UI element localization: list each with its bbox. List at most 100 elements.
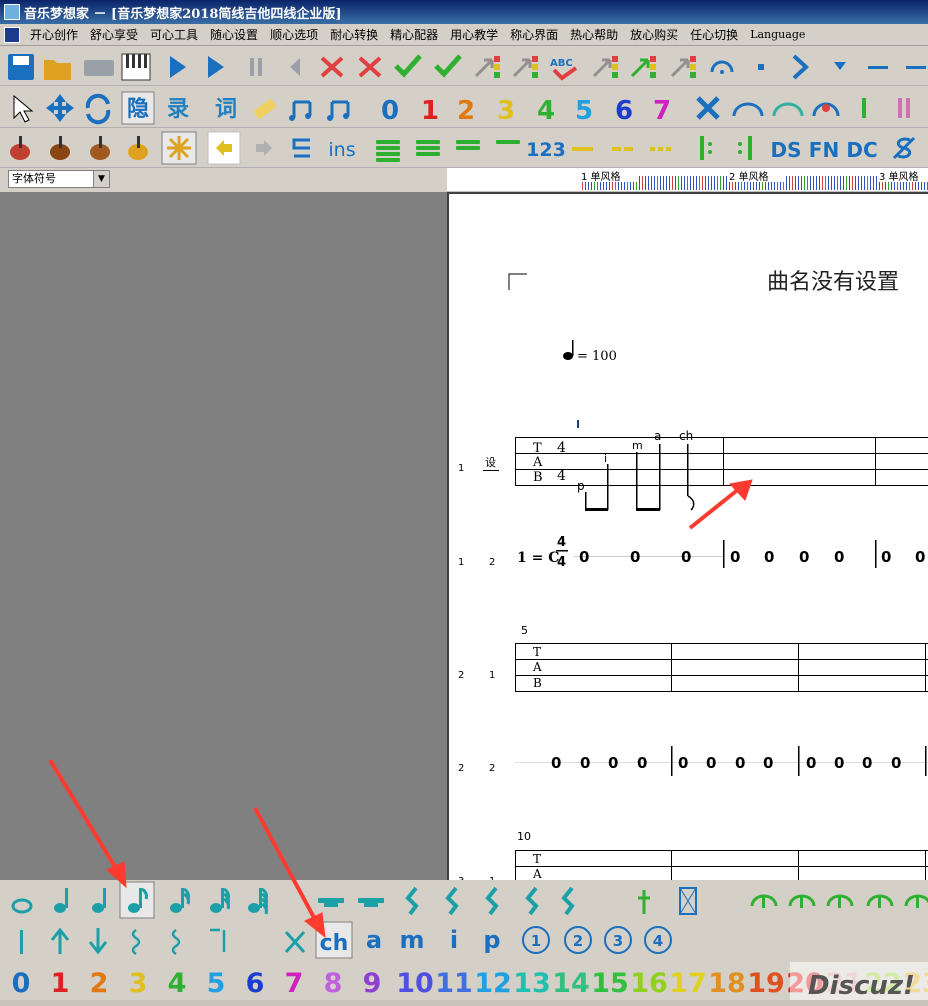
32nd-rest-icon[interactable]	[525, 886, 539, 916]
light-arrow-icon[interactable]	[474, 56, 500, 78]
dash-2-icon[interactable]	[612, 147, 633, 151]
eighth-rest-icon[interactable]	[445, 886, 459, 916]
digit-button-1[interactable]: 1	[421, 96, 439, 126]
font-select[interactable]: 字体符号 ▼	[8, 170, 110, 188]
fermata-p-icon[interactable]	[826, 894, 854, 908]
check-icon[interactable]	[394, 54, 422, 78]
menu-item-10[interactable]: 放心购买	[624, 26, 684, 43]
fret-button-12[interactable]: 12	[474, 968, 512, 999]
fn-button[interactable]: FN	[809, 138, 839, 162]
menu-item-6[interactable]: 精心配器	[384, 26, 444, 43]
drum-icon[interactable]	[10, 136, 30, 160]
fret-button-14[interactable]: 14	[552, 968, 590, 999]
save-icon[interactable]	[8, 54, 34, 80]
digit-button-4[interactable]: 4	[537, 96, 555, 126]
eraser-icon[interactable]	[253, 98, 277, 120]
whole-note-icon[interactable]	[11, 898, 33, 914]
thin-bar-icon[interactable]	[20, 930, 23, 954]
fret-button-7[interactable]: 7	[285, 968, 304, 999]
forward-arrow-icon[interactable]	[256, 140, 272, 156]
dash-1-icon[interactable]	[572, 147, 593, 151]
dash-3-icon[interactable]	[650, 147, 671, 151]
dash-icon[interactable]	[868, 66, 888, 69]
dropdown-arrow-icon[interactable]: ▼	[93, 171, 109, 187]
string-circle-4[interactable]: 4	[644, 926, 672, 954]
staff-lines-2-icon[interactable]	[456, 140, 480, 150]
hide-button[interactable]: 隐	[121, 91, 155, 125]
fret-button-2[interactable]: 2	[90, 968, 109, 999]
x-mark-icon[interactable]	[284, 930, 306, 954]
play-icon[interactable]	[170, 56, 186, 78]
fret-button-10[interactable]: 10	[396, 968, 434, 999]
finger-p-button[interactable]: p	[483, 926, 500, 954]
quarter-note-icon[interactable]	[92, 888, 106, 913]
fermata-icon[interactable]	[710, 60, 734, 74]
piano-icon[interactable]	[121, 53, 151, 81]
dc-button[interactable]: DC	[846, 138, 877, 162]
tie-icon[interactable]	[732, 102, 764, 117]
segno-icon[interactable]	[892, 136, 916, 160]
string-circle-3[interactable]: 3	[604, 926, 632, 954]
star-button[interactable]	[161, 131, 197, 165]
fret-button-11[interactable]: 11	[435, 968, 473, 999]
string-circle-1[interactable]: 1	[522, 926, 550, 954]
rewind-icon[interactable]	[290, 58, 300, 76]
staff-lines-1-icon[interactable]	[496, 140, 520, 144]
repeat-end-icon[interactable]	[738, 136, 752, 160]
pointer-icon[interactable]	[13, 94, 34, 123]
fret-button-15[interactable]: 15	[591, 968, 629, 999]
finger-m-button[interactable]: m	[399, 926, 424, 954]
digit-button-5[interactable]: 5	[575, 96, 593, 126]
light-check-icon-2[interactable]	[630, 56, 656, 78]
fret-button-4[interactable]: 4	[168, 968, 187, 999]
staff-lines-4-icon[interactable]	[376, 140, 400, 162]
menu-item-3[interactable]: 随心设置	[204, 26, 264, 43]
rotate-icon[interactable]	[85, 93, 111, 125]
arrow-red-icon[interactable]	[512, 56, 538, 78]
finger-i-button[interactable]: i	[450, 926, 458, 954]
digit-button-7[interactable]: 7	[653, 96, 671, 126]
64th-rest-icon[interactable]	[561, 886, 575, 916]
sixteenth-rest-icon[interactable]	[485, 886, 499, 916]
finger-a-button[interactable]: a	[366, 926, 382, 954]
fret-button-17[interactable]: 17	[669, 968, 707, 999]
menu-item-1[interactable]: 舒心享受	[84, 26, 144, 43]
menu-item-12[interactable]: Language	[744, 28, 811, 41]
light-check-icon[interactable]	[434, 54, 462, 78]
numbered-button[interactable]: 123	[526, 139, 566, 161]
fermata-up-icon[interactable]	[788, 894, 816, 908]
arpeggio-up-icon[interactable]	[131, 928, 141, 956]
menu-item-11[interactable]: 任心切换	[684, 26, 744, 43]
fret-button-3[interactable]: 3	[129, 968, 148, 999]
fret-button-6[interactable]: 6	[246, 968, 265, 999]
slur-icon[interactable]	[750, 894, 778, 908]
menu-item-9[interactable]: 热心帮助	[564, 26, 624, 43]
document-icon[interactable]	[4, 26, 20, 43]
menu-item-4[interactable]: 顺心选项	[264, 26, 324, 43]
quarter-rest-icon[interactable]	[405, 886, 419, 916]
lyrics-button[interactable]: 词	[215, 97, 237, 122]
64th-note-icon[interactable]	[248, 887, 268, 915]
menu-item-2[interactable]: 可心工具	[144, 26, 204, 43]
style-ruler[interactable]: 1 单风格 2 单风格 3 单风格	[447, 168, 928, 192]
beam-sixteenth-icon[interactable]	[327, 100, 350, 121]
half-note-icon[interactable]	[54, 888, 68, 913]
rest-bar-2-icon[interactable]	[358, 898, 384, 907]
slur-icon[interactable]	[772, 102, 804, 117]
box-icon[interactable]	[679, 887, 697, 915]
violin-icon[interactable]	[50, 136, 70, 160]
move-icon[interactable]	[46, 94, 74, 122]
arrow-up-icon[interactable]	[50, 927, 70, 954]
triangle-down-icon[interactable]	[834, 62, 846, 70]
open-folder-icon[interactable]	[44, 60, 71, 80]
arrow-red-icon-2[interactable]	[592, 56, 618, 78]
32nd-note-icon[interactable]	[210, 887, 230, 913]
dash-icon-2[interactable]	[906, 66, 926, 69]
score-page[interactable]: 曲名没有设置 = 100 I T A B 4 4 1 设 p i m a ch 1 2 1 = C44000000…	[447, 192, 928, 882]
grace-icon[interactable]	[638, 890, 650, 914]
rest-bar-icon[interactable]	[318, 898, 344, 907]
fret-button-18[interactable]: 18	[708, 968, 746, 999]
bracket-icon[interactable]	[904, 894, 928, 908]
menu-item-0[interactable]: 开心创作	[24, 26, 84, 43]
play-from-cursor-icon[interactable]	[208, 56, 224, 78]
